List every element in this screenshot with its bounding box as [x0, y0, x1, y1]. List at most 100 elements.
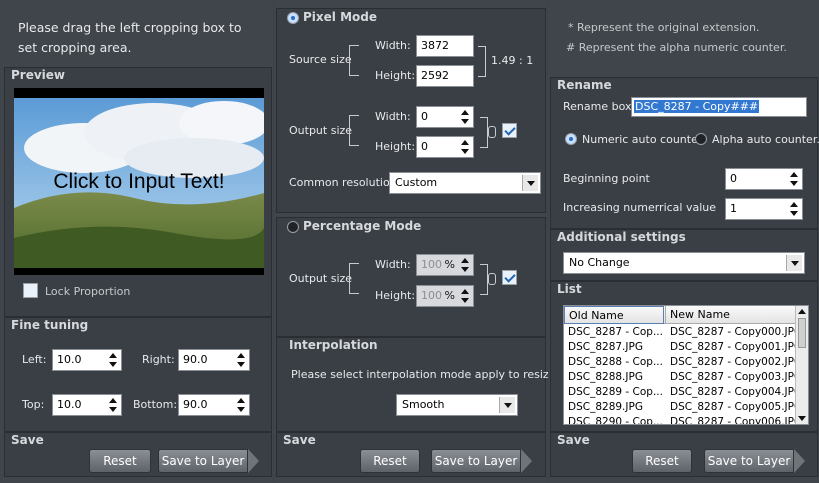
- source-height-field[interactable]: 2592: [416, 65, 474, 87]
- column-new-name[interactable]: New Name: [665, 306, 796, 324]
- additional-settings-title: Additional settings: [557, 230, 686, 244]
- output-link-brace: [480, 117, 488, 148]
- scroll-thumb[interactable]: [798, 318, 806, 348]
- increasing-value-value: 1: [730, 202, 737, 215]
- new-name-cell: DSC_8287 - Copy005.JPG: [670, 401, 798, 413]
- output-width-spinner[interactable]: 0: [416, 106, 474, 128]
- preview-image[interactable]: Click to Input Text!: [14, 88, 264, 275]
- interpolation-select[interactable]: Smooth: [396, 394, 518, 416]
- rename-box-value: DSC_8287 - Copy###: [634, 100, 760, 113]
- output-brace: [349, 115, 359, 146]
- table-row[interactable]: DSC_8290 - Cop... DSC_8287 - Copy006.JPG: [564, 415, 798, 425]
- pct-keep-ratio-checkbox[interactable]: [502, 270, 517, 285]
- preview-overlay-text[interactable]: Click to Input Text!: [14, 170, 264, 194]
- crop-reset-button[interactable]: Reset: [89, 449, 151, 473]
- top-value: 10.0: [57, 398, 82, 411]
- dropdown-arrow-icon[interactable]: [786, 255, 802, 271]
- old-name-cell: DSC_8289 - Cop...: [568, 386, 663, 398]
- dropdown-arrow-icon[interactable]: [499, 397, 515, 413]
- list-scrollbar[interactable]: [795, 306, 808, 424]
- percent-sign: %: [444, 289, 455, 302]
- source-width-field[interactable]: 3872: [416, 35, 474, 57]
- spin-arrows-icon[interactable]: [460, 139, 470, 155]
- list-header: Old Name New Name: [564, 306, 796, 324]
- pct-output-size-label: Output size: [289, 272, 353, 285]
- crop-column: Please drag the left cropping box to set…: [0, 0, 273, 483]
- list-panel: List Old Name New Name DSC_8287 - Cop...…: [550, 281, 818, 432]
- right-label: Right:: [142, 353, 175, 366]
- table-row[interactable]: DSC_8288.JPG DSC_8287 - Copy003.JPG: [564, 370, 798, 385]
- new-name-cell: DSC_8287 - Copy006.JPG: [670, 416, 798, 425]
- pct-width-spinner[interactable]: 100%: [416, 254, 474, 276]
- table-row[interactable]: DSC_8288 - Cop... DSC_8287 - Copy002.JPG: [564, 355, 798, 370]
- column-old-name[interactable]: Old Name: [564, 306, 664, 324]
- table-row[interactable]: DSC_8287.JPG DSC_8287 - Copy001.JPG: [564, 340, 798, 355]
- lock-proportion-checkbox[interactable]: [23, 283, 38, 298]
- source-size-label: Source size: [289, 53, 352, 66]
- spin-arrows-icon[interactable]: [108, 397, 118, 413]
- source-ratio: 1.49 : 1: [491, 54, 534, 67]
- new-name-cell: DSC_8287 - Copy001.JPG: [670, 341, 798, 353]
- old-name-cell: DSC_8289.JPG: [568, 401, 643, 413]
- resize-reset-button[interactable]: Reset: [360, 449, 420, 473]
- pct-width-value: 100: [421, 258, 442, 271]
- numeric-counter-label: Numeric auto counter.: [582, 133, 705, 146]
- additional-settings-value: No Change: [569, 256, 630, 269]
- spin-arrows-icon[interactable]: [789, 201, 799, 217]
- output-height-spinner[interactable]: 0: [416, 136, 474, 158]
- percentage-mode-panel: Percentage Mode Output size Width: 100% …: [276, 217, 546, 337]
- spin-arrows-icon[interactable]: [460, 109, 470, 125]
- file-list[interactable]: Old Name New Name DSC_8287 - Cop... DSC_8…: [563, 305, 809, 425]
- spin-arrows-icon[interactable]: [236, 352, 246, 368]
- common-resolution-select[interactable]: Custom: [389, 172, 541, 194]
- output-width-label: Width:: [375, 110, 411, 123]
- top-spinner[interactable]: 10.0: [52, 394, 122, 416]
- table-row[interactable]: DSC_8289.JPG DSC_8287 - Copy005.JPG: [564, 400, 798, 415]
- spin-arrows-icon[interactable]: [460, 257, 470, 273]
- resize-column: Pixel Mode Source size Width: 3872 Heigh…: [274, 0, 559, 483]
- left-value: 10.0: [57, 353, 82, 366]
- pct-width-label: Width:: [375, 258, 411, 271]
- alpha-counter-radio[interactable]: [695, 133, 707, 145]
- crop-save-title: Save: [11, 433, 44, 447]
- pct-height-spinner[interactable]: 100%: [416, 285, 474, 307]
- old-name-cell: DSC_8287.JPG: [568, 341, 643, 353]
- crop-instruction: Please drag the left cropping box to set…: [18, 20, 242, 55]
- fine-tuning-title: Fine tuning: [11, 318, 89, 332]
- rename-box-field[interactable]: DSC_8287 - Copy###: [631, 97, 807, 117]
- source-width-label: Width:: [375, 39, 411, 52]
- spin-arrows-icon[interactable]: [460, 288, 470, 304]
- bottom-spinner[interactable]: 90.0: [178, 394, 250, 416]
- rename-reset-button[interactable]: Reset: [632, 449, 692, 473]
- output-height-label: Height:: [375, 140, 416, 153]
- beginning-point-spinner[interactable]: 0: [725, 168, 803, 190]
- spin-arrows-icon[interactable]: [108, 352, 118, 368]
- resize-save-to-layer-button[interactable]: Save to Layer: [431, 449, 532, 473]
- pct-height-value: 100: [421, 289, 442, 302]
- output-keep-ratio-checkbox[interactable]: [502, 123, 517, 138]
- rename-panel: Rename Rename box: DSC_8287 - Copy### Nu…: [550, 77, 819, 229]
- rename-note-extension: * Represent the original extension.: [568, 21, 760, 34]
- bottom-value: 90.0: [183, 398, 208, 411]
- additional-settings-select[interactable]: No Change: [563, 252, 805, 274]
- top-label: Top:: [22, 398, 45, 411]
- increasing-value-spinner[interactable]: 1: [725, 198, 803, 220]
- spin-arrows-icon[interactable]: [236, 397, 246, 413]
- beginning-point-label: Beginning point: [563, 172, 650, 185]
- right-value: 90.0: [183, 353, 208, 366]
- scroll-down-icon[interactable]: [798, 416, 806, 421]
- numeric-counter-radio[interactable]: [565, 133, 577, 145]
- right-spinner[interactable]: 90.0: [178, 349, 250, 371]
- spin-arrows-icon[interactable]: [789, 171, 799, 187]
- scroll-up-icon[interactable]: [798, 309, 806, 314]
- bottom-label: Bottom:: [133, 398, 178, 411]
- crop-save-to-layer-button[interactable]: Save to Layer: [158, 449, 259, 473]
- left-spinner[interactable]: 10.0: [52, 349, 122, 371]
- rename-save-panel: Save Reset Save to Layer: [550, 432, 818, 477]
- table-row[interactable]: DSC_8289 - Cop... DSC_8287 - Copy004.JPG: [564, 385, 798, 400]
- table-row[interactable]: DSC_8287 - Cop... DSC_8287 - Copy000.JPG: [564, 325, 798, 340]
- dropdown-arrow-icon[interactable]: [522, 175, 538, 191]
- old-name-cell: DSC_8288.JPG: [568, 371, 643, 383]
- rename-save-to-layer-button[interactable]: Save to Layer: [704, 449, 805, 473]
- chain-link-icon: [488, 273, 496, 285]
